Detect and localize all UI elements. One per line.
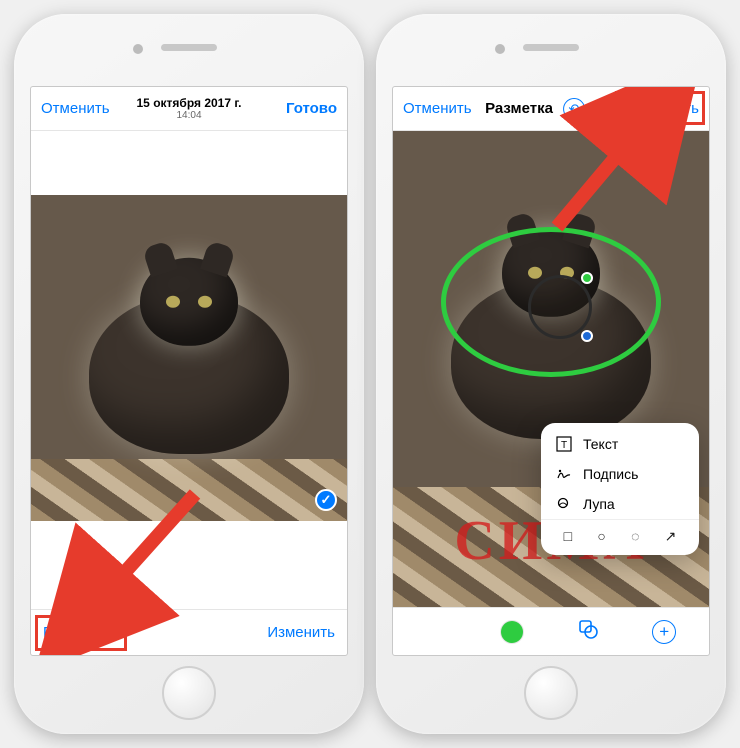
cat-ear-right bbox=[200, 240, 236, 277]
color-picker-button[interactable] bbox=[501, 621, 523, 643]
bottom-bar: Разметка Изменить bbox=[31, 609, 347, 655]
undo-button[interactable]: ↶ bbox=[563, 98, 585, 120]
phone-speaker bbox=[523, 44, 579, 51]
cancel-button[interactable]: Отменить bbox=[41, 100, 110, 117]
add-menu-popup: T Текст Подпись Лупа □ bbox=[541, 423, 699, 555]
home-button[interactable] bbox=[524, 666, 578, 720]
markup-loupe[interactable] bbox=[528, 275, 592, 339]
photo-preview[interactable]: ✓ bbox=[31, 195, 347, 521]
top-gap bbox=[31, 131, 347, 195]
signature-icon bbox=[555, 466, 573, 482]
nav-bar: Отменить Разметка ↶ ↷ Сохранить bbox=[393, 87, 709, 131]
title-date: 15 октября 2017 г. 14:04 bbox=[137, 96, 242, 121]
cancel-button[interactable]: Отменить bbox=[403, 100, 472, 117]
menu-item-loupe[interactable]: Лупа bbox=[541, 489, 699, 519]
done-button[interactable]: Готово bbox=[286, 100, 337, 117]
menu-label-loupe: Лупа bbox=[583, 496, 615, 512]
nav-center: Разметка ↶ ↷ bbox=[485, 98, 617, 120]
photo-cat-head bbox=[140, 258, 238, 346]
shape-arrow-button[interactable]: ↗ bbox=[665, 528, 677, 545]
menu-label-signature: Подпись bbox=[583, 466, 638, 482]
loupe-handle-size[interactable] bbox=[581, 330, 593, 342]
text-icon: T bbox=[555, 436, 573, 452]
shape-circle-button[interactable]: ○ bbox=[597, 528, 605, 545]
add-button[interactable]: + bbox=[652, 620, 676, 644]
cat-ear-left bbox=[142, 240, 178, 277]
phone-camera bbox=[495, 44, 505, 54]
cat-eye-right bbox=[198, 296, 212, 308]
shapes-overlap-icon[interactable] bbox=[577, 618, 599, 645]
loupe-handle-zoom[interactable] bbox=[581, 272, 593, 284]
edit-button[interactable]: Изменить bbox=[267, 624, 335, 641]
cat-eye-left bbox=[166, 296, 180, 308]
markup-button[interactable]: Разметка bbox=[43, 624, 108, 641]
markup-toolbar: + bbox=[393, 607, 709, 655]
phone-speaker bbox=[161, 44, 217, 51]
shape-square-button[interactable]: □ bbox=[564, 528, 572, 545]
title-markup: Разметка bbox=[485, 100, 553, 117]
phone-camera bbox=[133, 44, 143, 54]
screen-left: Отменить 15 октября 2017 г. 14:04 Готово… bbox=[30, 86, 348, 656]
menu-label-text: Текст bbox=[583, 436, 618, 452]
bottom-gap bbox=[31, 521, 347, 609]
time-label: 14:04 bbox=[137, 110, 242, 121]
phone-right: Отменить Разметка ↶ ↷ Сохранить СИМА bbox=[376, 14, 726, 734]
loupe-icon bbox=[555, 496, 573, 512]
shape-bubble-button[interactable]: ◌ bbox=[631, 528, 639, 545]
photo-blanket bbox=[31, 459, 347, 521]
menu-item-text[interactable]: T Текст bbox=[541, 429, 699, 459]
menu-shape-row: □ ○ ◌ ↗ bbox=[541, 519, 699, 549]
save-button[interactable]: Сохранить bbox=[624, 100, 699, 117]
date-label: 15 октября 2017 г. bbox=[137, 96, 242, 110]
svg-text:T: T bbox=[561, 440, 567, 451]
selection-check-icon: ✓ bbox=[315, 489, 337, 511]
redo-button[interactable]: ↷ bbox=[595, 98, 617, 120]
photo-area: ✓ bbox=[31, 131, 347, 609]
nav-bar: Отменить 15 октября 2017 г. 14:04 Готово bbox=[31, 87, 347, 131]
screen-right: Отменить Разметка ↶ ↷ Сохранить СИМА bbox=[392, 86, 710, 656]
menu-item-signature[interactable]: Подпись bbox=[541, 459, 699, 489]
phone-left: Отменить 15 октября 2017 г. 14:04 Готово… bbox=[14, 14, 364, 734]
markup-canvas[interactable]: СИМА T Текст Подпись bbox=[393, 131, 709, 607]
home-button[interactable] bbox=[162, 666, 216, 720]
